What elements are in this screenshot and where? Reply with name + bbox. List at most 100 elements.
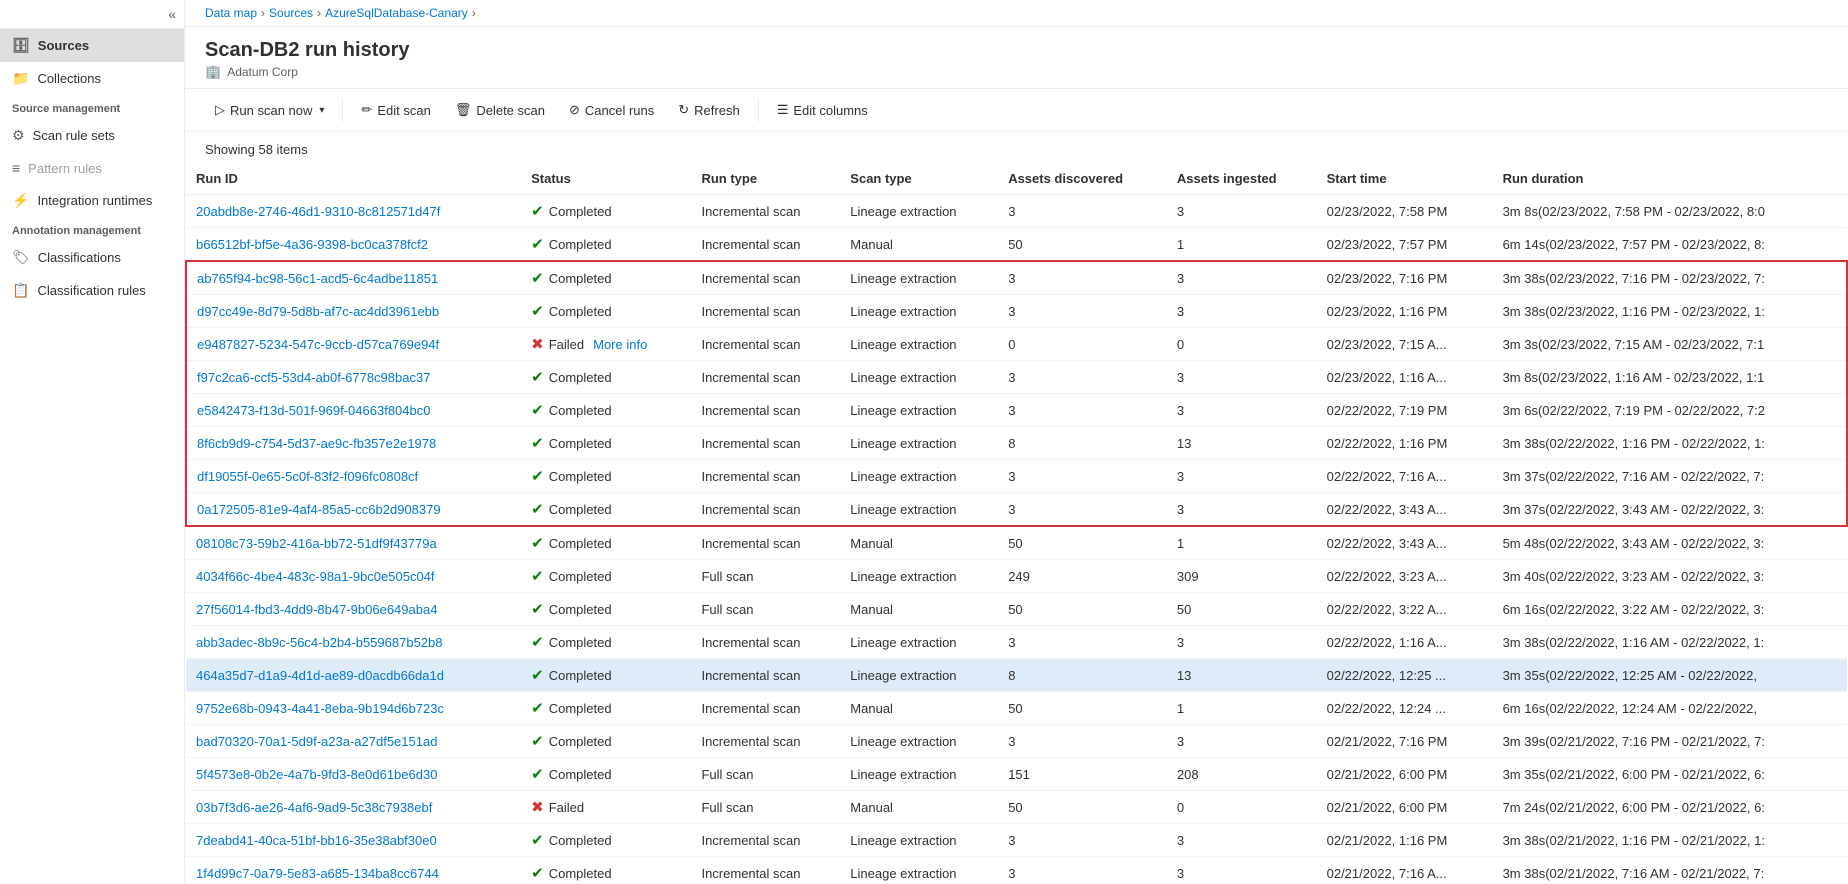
col-assets-ingested[interactable]: Assets ingested	[1167, 163, 1317, 195]
delete-scan-button[interactable]: 🗑 Delete scan	[445, 97, 555, 123]
start-time-cell: 02/21/2022, 7:16 A...	[1317, 857, 1493, 884]
scan-type-cell: Manual	[840, 228, 998, 262]
table-row[interactable]: e5842473-f13d-501f-969f-04663f804bc0✔Com…	[186, 394, 1847, 427]
run-id-link[interactable]: 03b7f3d6-ae26-4af6-9ad9-5c38c7938ebf	[196, 800, 432, 815]
sidebar-item-integration-runtimes[interactable]: ⚡ Integration runtimes	[0, 184, 184, 217]
col-start-time[interactable]: Start time	[1317, 163, 1493, 195]
sidebar-item-collections[interactable]: 📁 Collections	[0, 62, 184, 95]
run-id-link[interactable]: e5842473-f13d-501f-969f-04663f804bc0	[197, 403, 430, 418]
run-id-link[interactable]: 1f4d99c7-0a79-5e83-a685-134ba8cc6744	[196, 866, 439, 881]
table-row[interactable]: 03b7f3d6-ae26-4af6-9ad9-5c38c7938ebf✖Fai…	[186, 791, 1847, 824]
status-text: Completed	[549, 403, 612, 418]
col-scan-type[interactable]: Scan type	[840, 163, 998, 195]
table-row[interactable]: 5f4573e8-0b2e-4a7b-9fd3-8e0d61be6d30✔Com…	[186, 758, 1847, 791]
classifications-icon: 🏷	[12, 249, 30, 266]
breadcrumb-sources[interactable]: Sources	[269, 6, 313, 20]
run-id-link[interactable]: e9487827-5234-547c-9ccb-d57ca769e94f	[197, 337, 439, 352]
col-run-duration[interactable]: Run duration	[1493, 163, 1847, 195]
assets-ingested-cell: 3	[1167, 361, 1317, 394]
scan-type-cell: Lineage extraction	[840, 560, 998, 593]
scan-type-cell: Lineage extraction	[840, 394, 998, 427]
sidebar-collapse-btn[interactable]: «	[0, 0, 184, 29]
run-id-link[interactable]: 4034f66c-4be4-483c-98a1-9bc0e505c04f	[196, 569, 435, 584]
run-duration-cell: 3m 38s(02/21/2022, 7:16 AM - 02/21/2022,…	[1493, 857, 1847, 884]
table-row[interactable]: b66512bf-bf5e-4a36-9398-bc0ca378fcf2✔Com…	[186, 228, 1847, 262]
run-duration-cell: 3m 39s(02/21/2022, 7:16 PM - 02/21/2022,…	[1493, 725, 1847, 758]
run-id-link[interactable]: 5f4573e8-0b2e-4a7b-9fd3-8e0d61be6d30	[196, 767, 437, 782]
start-time-cell: 02/22/2022, 12:25 ...	[1317, 659, 1493, 692]
run-id-link[interactable]: 27f56014-fbd3-4dd9-8b47-9b06e649aba4	[196, 602, 437, 617]
assets-ingested-cell: 1	[1167, 228, 1317, 262]
table-row[interactable]: 20abdb8e-2746-46d1-9310-8c812571d47f✔Com…	[186, 195, 1847, 228]
run-id-link[interactable]: f97c2ca6-ccf5-53d4-ab0f-6778c98bac37	[197, 370, 430, 385]
table-row[interactable]: ab765f94-bc98-56c1-acd5-6c4adbe11851✔Com…	[186, 261, 1847, 295]
table-row[interactable]: 27f56014-fbd3-4dd9-8b47-9b06e649aba4✔Com…	[186, 593, 1847, 626]
more-info-link[interactable]: More info	[593, 337, 647, 352]
table-row[interactable]: f97c2ca6-ccf5-53d4-ab0f-6778c98bac37✔Com…	[186, 361, 1847, 394]
table-row[interactable]: 9752e68b-0943-4a41-8eba-9b194d6b723c✔Com…	[186, 692, 1847, 725]
run-id-link[interactable]: 08108c73-59b2-416a-bb72-51df9f43779a	[196, 536, 437, 551]
run-scan-now-button[interactable]: ▷ Run scan now	[205, 97, 334, 123]
refresh-button[interactable]: ↻ Refresh	[668, 97, 749, 123]
assets-ingested-cell: 3	[1167, 195, 1317, 228]
run-id-link[interactable]: 464a35d7-d1a9-4d1d-ae89-d0acdb66da1d	[196, 668, 444, 683]
sidebar-item-classification-rules[interactable]: 📋 Classification rules	[0, 274, 184, 307]
edit-columns-label: Edit columns	[793, 103, 867, 118]
col-run-id[interactable]: Run ID	[186, 163, 521, 195]
breadcrumb-azure-sql[interactable]: AzureSqlDatabase-Canary	[325, 6, 468, 20]
run-id-link[interactable]: df19055f-0e65-5c0f-83f2-f096fc0808cf	[197, 469, 418, 484]
table-row[interactable]: 1f4d99c7-0a79-5e83-a685-134ba8cc6744✔Com…	[186, 857, 1847, 884]
run-id-link[interactable]: b66512bf-bf5e-4a36-9398-bc0ca378fcf2	[196, 237, 428, 252]
run-id-link[interactable]: 7deabd41-40ca-51bf-bb16-35e38abf30e0	[196, 833, 437, 848]
table-row[interactable]: e9487827-5234-547c-9ccb-d57ca769e94f✖Fai…	[186, 328, 1847, 361]
run-id-link[interactable]: abb3adec-8b9c-56c4-b2b4-b559687b52b8	[196, 635, 443, 650]
completed-icon: ✔	[531, 600, 544, 618]
col-assets-discovered[interactable]: Assets discovered	[998, 163, 1167, 195]
assets-ingested-cell: 3	[1167, 626, 1317, 659]
collapse-icon[interactable]: «	[168, 6, 176, 22]
sidebar-item-pattern-rules-label: Pattern rules	[28, 161, 102, 176]
table-row[interactable]: d97cc49e-8d79-5d8b-af7c-ac4dd3961ebb✔Com…	[186, 295, 1847, 328]
run-id-link[interactable]: bad70320-70a1-5d9f-a23a-a27df5e151ad	[196, 734, 437, 749]
assets-discovered-cell: 50	[998, 791, 1167, 824]
completed-icon: ✔	[531, 534, 544, 552]
refresh-icon: ↻	[678, 102, 689, 118]
status-text: Completed	[549, 237, 612, 252]
run-id-link[interactable]: 0a172505-81e9-4af4-85a5-cc6b2d908379	[197, 502, 441, 517]
sidebar-item-classifications[interactable]: 🏷 Classifications	[0, 241, 184, 274]
col-status[interactable]: Status	[521, 163, 691, 195]
run-type-cell: Incremental scan	[691, 195, 840, 228]
edit-scan-button[interactable]: ✏ Edit scan	[351, 97, 440, 123]
table-row[interactable]: df19055f-0e65-5c0f-83f2-f096fc0808cf✔Com…	[186, 460, 1847, 493]
sidebar-item-sources[interactable]: 🗄 Sources	[0, 29, 184, 62]
assets-ingested-cell: 3	[1167, 824, 1317, 857]
table-row[interactable]: 0a172505-81e9-4af4-85a5-cc6b2d908379✔Com…	[186, 493, 1847, 527]
table-row[interactable]: 464a35d7-d1a9-4d1d-ae89-d0acdb66da1d✔Com…	[186, 659, 1847, 692]
col-run-type[interactable]: Run type	[691, 163, 840, 195]
breadcrumb-data-map[interactable]: Data map	[205, 6, 257, 20]
table-row[interactable]: 4034f66c-4be4-483c-98a1-9bc0e505c04f✔Com…	[186, 560, 1847, 593]
run-duration-cell: 3m 38s(02/23/2022, 7:16 PM - 02/23/2022,…	[1493, 261, 1847, 295]
status-text: Completed	[549, 668, 612, 683]
run-id-link[interactable]: ab765f94-bc98-56c1-acd5-6c4adbe11851	[197, 271, 438, 286]
scan-type-cell: Lineage extraction	[840, 195, 998, 228]
run-type-cell: Incremental scan	[691, 692, 840, 725]
sidebar-item-scan-rule-sets[interactable]: ⚙ Scan rule sets	[0, 119, 184, 152]
run-id-link[interactable]: 20abdb8e-2746-46d1-9310-8c812571d47f	[196, 204, 440, 219]
table-row[interactable]: 08108c73-59b2-416a-bb72-51df9f43779a✔Com…	[186, 526, 1847, 560]
run-id-link[interactable]: d97cc49e-8d79-5d8b-af7c-ac4dd3961ebb	[197, 304, 439, 319]
cancel-runs-label: Cancel runs	[585, 103, 654, 118]
start-time-cell: 02/21/2022, 6:00 PM	[1317, 758, 1493, 791]
edit-columns-button[interactable]: ☰ Edit columns	[767, 97, 878, 123]
delete-scan-icon: 🗑	[455, 102, 472, 118]
source-management-header: Source management	[0, 95, 184, 119]
table-row[interactable]: abb3adec-8b9c-56c4-b2b4-b559687b52b8✔Com…	[186, 626, 1847, 659]
run-id-link[interactable]: 8f6cb9d9-c754-5d37-ae9c-fb357e2e1978	[197, 436, 436, 451]
table-row[interactable]: 8f6cb9d9-c754-5d37-ae9c-fb357e2e1978✔Com…	[186, 427, 1847, 460]
cancel-runs-button[interactable]: ⊘ Cancel runs	[559, 97, 664, 123]
table-row[interactable]: bad70320-70a1-5d9f-a23a-a27df5e151ad✔Com…	[186, 725, 1847, 758]
assets-discovered-cell: 50	[998, 526, 1167, 560]
start-time-cell: 02/21/2022, 1:16 PM	[1317, 824, 1493, 857]
run-id-link[interactable]: 9752e68b-0943-4a41-8eba-9b194d6b723c	[196, 701, 444, 716]
table-row[interactable]: 7deabd41-40ca-51bf-bb16-35e38abf30e0✔Com…	[186, 824, 1847, 857]
